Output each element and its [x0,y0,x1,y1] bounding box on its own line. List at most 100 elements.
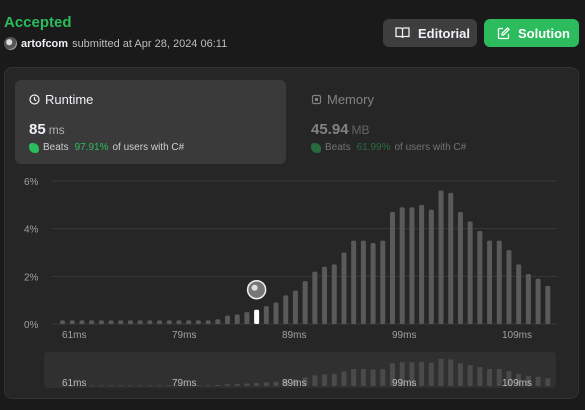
overview-bar [225,384,230,386]
chart-bar[interactable] [399,207,405,324]
overview-bar [215,385,221,386]
chart-bar[interactable] [118,320,124,324]
overview-bar [448,359,454,386]
chart-bar[interactable] [60,320,65,324]
y-tick-label: 0% [24,320,39,331]
x-tick-label: 79ms [172,330,196,341]
overview-bar [98,385,104,386]
chart-bar[interactable] [137,320,143,324]
overview-bar [89,385,95,386]
chart-bar[interactable] [419,204,425,324]
chart-bar[interactable] [302,281,308,324]
overview-bar [205,385,211,386]
chart-bar[interactable] [535,278,541,324]
chart-bar[interactable] [370,242,376,324]
chart-bar[interactable] [360,240,366,324]
y-tick-label: 4% [24,225,39,236]
chart-bar[interactable] [147,320,153,324]
x-tick-label: 109ms [502,330,532,341]
chart-bar[interactable] [283,295,289,324]
chart-bar[interactable] [438,190,444,324]
overview-tick-label: 89ms [282,378,306,389]
chart-bar[interactable] [69,320,75,324]
chart-bar[interactable] [195,320,201,324]
chart-bar[interactable] [273,302,279,324]
chart-bar[interactable] [516,264,522,324]
chart-bar[interactable] [487,240,493,324]
overview-bar [535,376,541,386]
chart-bar[interactable] [292,290,298,324]
chart-bar[interactable] [467,221,473,324]
chart-bar[interactable] [477,231,483,324]
chart-bar[interactable] [525,273,531,324]
overview-bar [234,384,240,386]
chart-bar[interactable] [108,320,114,324]
overview-bar [118,385,124,386]
overview-bar [545,378,551,386]
overview-bar [351,369,357,386]
chart-bar[interactable] [448,192,454,324]
overview-bar [108,385,114,386]
chart-bar[interactable] [225,315,230,324]
chart-bar[interactable] [215,319,221,324]
chart-bar[interactable] [234,314,240,324]
overview-bar [380,369,386,386]
y-tick-label: 2% [24,272,39,283]
overview-bar [341,371,347,386]
overview-bar [137,385,143,386]
chart-bar[interactable] [263,306,269,324]
chart-bar[interactable] [351,240,357,324]
overview-bar [127,385,133,386]
overview-bar [244,383,250,386]
overview-tick-label: 109ms [502,378,532,389]
chart-bar[interactable] [89,320,95,324]
chart-bar[interactable] [98,320,104,324]
chart-bar[interactable] [127,320,133,324]
overview-bar [147,385,153,386]
chart-bar[interactable] [312,271,318,324]
chart-bar[interactable] [244,312,250,324]
chart-bar[interactable] [322,266,328,324]
overview-bar [370,369,376,386]
x-tick-label: 89ms [282,330,306,341]
x-tick-label: 99ms [392,330,416,341]
overview-bar [438,358,444,386]
chart-bar[interactable] [380,240,386,324]
overview-bar [322,374,328,386]
overview-bar [457,363,463,386]
chart-bar[interactable] [506,250,512,324]
overview-bar [419,361,425,386]
overview-bar [166,385,172,386]
overview-bar [312,375,318,386]
overview-bar [487,369,493,386]
overview-bar [273,381,279,386]
overview-bar [331,373,337,386]
overview-tick-label: 99ms [392,378,416,389]
chart-bar[interactable] [341,252,347,325]
runtime-distribution-chart[interactable]: 6% 4% 2% 0% 61ms 79ms 89ms 99ms 109ms 61ms 79ms 89m… [0,0,585,410]
selected-bar[interactable] [254,309,260,324]
overview-bar [496,369,502,386]
chart-bar[interactable] [428,209,434,324]
chart-bar[interactable] [331,264,337,324]
chart-bar[interactable] [176,320,182,324]
chart-bar[interactable] [205,320,211,324]
chart-bar[interactable] [496,240,502,324]
overview-bar [195,385,201,386]
chart-bar[interactable] [79,320,85,324]
overview-bar [254,383,260,386]
overview-bar [360,369,366,386]
overview-bar [477,367,483,386]
overview-tick-label: 79ms [172,378,196,389]
chart-bar[interactable] [409,207,415,324]
chart-bar[interactable] [390,211,395,324]
chart-bar[interactable] [545,285,551,324]
chart-bar[interactable] [157,320,163,324]
overview-bar [263,382,269,386]
overview-bar [157,385,163,386]
y-tick-label: 6% [24,177,39,188]
chart-bar[interactable] [457,211,463,324]
chart-bar[interactable] [166,320,172,324]
x-tick-label: 61ms [62,330,86,341]
chart-bar[interactable] [186,320,192,324]
